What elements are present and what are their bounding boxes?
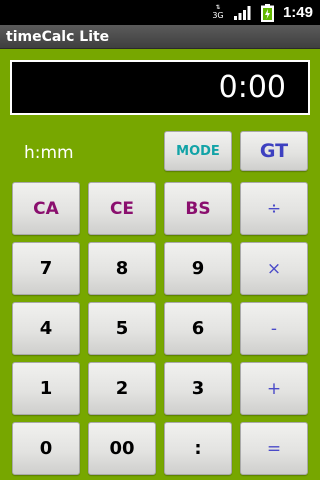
digit-9-button[interactable]: 9 [164,242,232,295]
double-zero-button[interactable]: 00 [88,422,156,475]
format-label: h:mm [24,143,74,163]
mode-button[interactable]: MODE [164,131,232,171]
digit-6-button[interactable]: 6 [164,302,232,355]
app-title: timeCalc Lite [6,29,110,45]
equals-button[interactable]: = [240,422,308,475]
multiply-button[interactable]: × [240,242,308,295]
backspace-button[interactable]: BS [164,182,232,235]
digit-4-button[interactable]: 4 [12,302,80,355]
digit-2-button[interactable]: 2 [88,362,156,415]
status-bar: ⇅ 3G 1:49 [0,0,320,25]
grand-total-button[interactable]: GT [240,131,308,171]
app-title-bar: timeCalc Lite [0,25,320,49]
network-type-icon: ⇅ 3G [212,4,224,20]
plus-button[interactable]: + [240,362,308,415]
status-clock: 1:49 [282,4,313,21]
digit-5-button[interactable]: 5 [88,302,156,355]
battery-charging-icon [261,4,274,22]
clear-all-button[interactable]: CA [12,182,80,235]
result-display: 0:00 [10,60,310,115]
colon-button[interactable]: : [164,422,232,475]
digit-7-button[interactable]: 7 [12,242,80,295]
minus-button[interactable]: - [240,302,308,355]
signal-strength-icon [234,6,251,20]
digit-0-button[interactable]: 0 [12,422,80,475]
digit-3-button[interactable]: 3 [164,362,232,415]
clear-entry-button[interactable]: CE [88,182,156,235]
digit-1-button[interactable]: 1 [12,362,80,415]
divide-button[interactable]: ÷ [240,182,308,235]
digit-8-button[interactable]: 8 [88,242,156,295]
display-value: 0:00 [218,70,286,105]
